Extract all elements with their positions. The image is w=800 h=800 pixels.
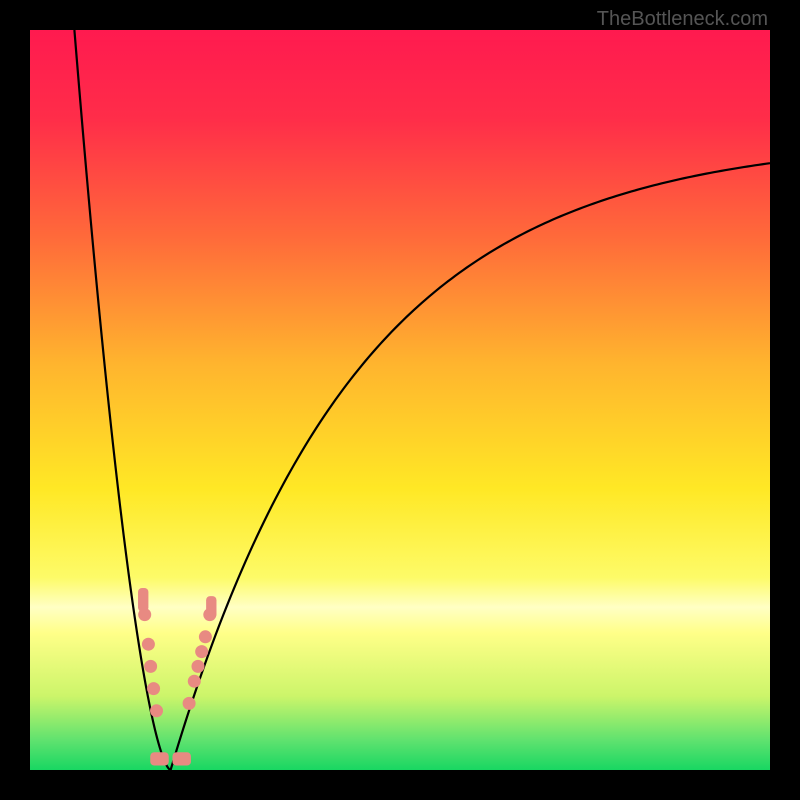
data-marker: [195, 645, 208, 658]
data-pill: [172, 752, 191, 765]
data-pill: [206, 596, 216, 618]
data-pill: [150, 752, 169, 765]
watermark: TheBottleneck.com: [597, 8, 768, 31]
data-pill: [138, 588, 148, 612]
right-curve: [171, 163, 770, 770]
plot-area: [30, 30, 770, 770]
data-marker: [199, 630, 212, 643]
data-marker: [142, 638, 155, 651]
data-marker: [147, 682, 160, 695]
data-marker: [188, 675, 201, 688]
chart-container: TheBottleneck.com: [0, 0, 800, 800]
data-marker: [150, 704, 163, 717]
curve-layer: [30, 30, 770, 770]
data-marker: [191, 660, 204, 673]
left-curve: [74, 30, 170, 770]
data-marker: [183, 697, 196, 710]
data-marker: [144, 660, 157, 673]
